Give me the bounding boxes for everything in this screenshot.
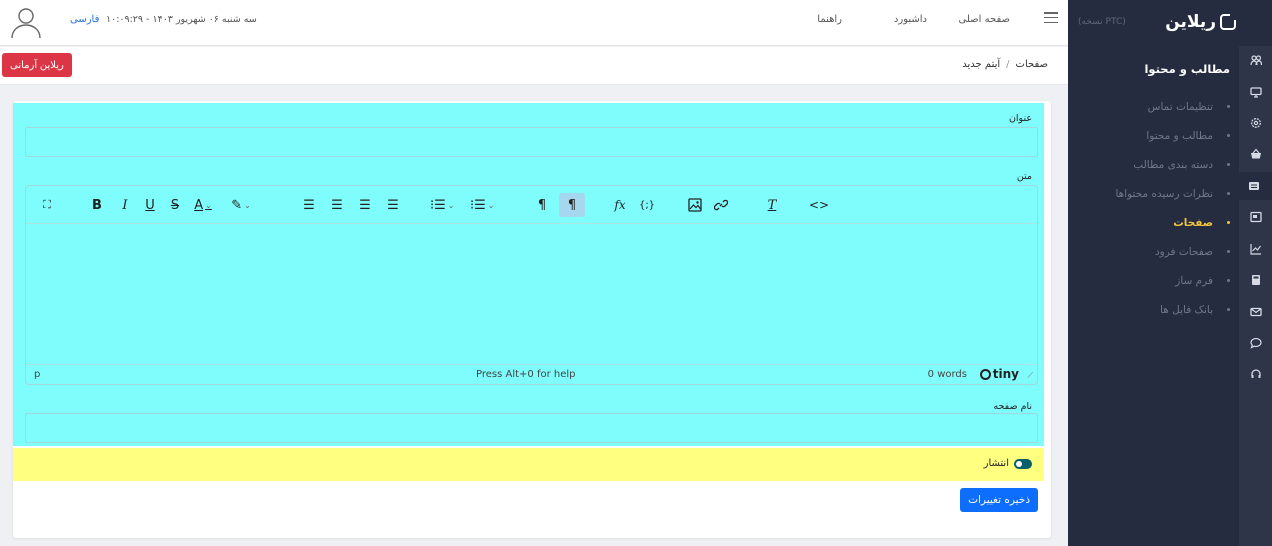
sidebar-item-contact-settings[interactable]: تنظیمات تماس [1080,92,1230,121]
italic-icon[interactable]: I [114,193,136,217]
mail-icon[interactable] [1239,298,1272,326]
bullet-icon [1227,250,1230,253]
text-color-icon[interactable]: A ⌄ [192,193,214,217]
rtl-icon[interactable]: ¶ [559,193,585,217]
align-left-icon[interactable]: ☰ [298,193,320,217]
site-name-button[interactable]: ریلاین آرمانی [2,53,72,77]
nav-dashboard-link[interactable]: داشبورد [894,14,927,25]
page-name-label: نام صفحه [993,401,1032,412]
current-datetime: سه شنبه ۰۶ شهریور ۱۴۰۳ - ۱۰:۰۹:۲۹ [106,14,257,25]
resize-handle-icon[interactable]: ⟋ [1027,371,1033,381]
breadcrumb-current: آیتم جدید [962,59,1001,70]
bold-icon[interactable]: B [86,193,108,217]
breadcrumb-parent[interactable]: صفحات [1016,59,1048,70]
tiny-logo[interactable]: tiny [979,367,1019,381]
clear-format-icon[interactable]: T [761,193,783,217]
strikethrough-icon[interactable]: S [164,193,186,217]
icon-rail [1236,46,1272,546]
bullet-icon [1227,221,1230,224]
publish-toggle-wrap: انتشار [984,458,1032,469]
code-sample-icon[interactable]: {;} [636,193,658,217]
form-card: عنوان متن ⛶ B I U S A ⌄ ✎ ⌄ ☰ ☰ ☰ ☰ ⁝☰ ⌄ ⁝☰… [13,101,1051,538]
sidebar-item-form-builder[interactable]: فرم ساز [1080,266,1230,295]
rich-text-editor: ⛶ B I U S A ⌄ ✎ ⌄ ☰ ☰ ☰ ☰ ⁝☰ ⌄ ⁝☰ ⌄ ¶ ¶ fx {… [25,185,1038,385]
bullet-icon [1227,134,1230,137]
sidebar-item-comments[interactable]: نظرات رسیده محتواها [1080,179,1230,208]
publish-section: انتشار [13,448,1044,481]
align-right-icon[interactable]: ☰ [354,193,376,217]
fullscreen-icon[interactable]: ⛶ [36,193,58,217]
bullet-icon [1227,279,1230,282]
publish-label: انتشار [983,458,1009,469]
chat-icon[interactable] [1239,329,1272,357]
bullet-icon [1227,105,1230,108]
brand: ریلاین (نسخه PTC) [1068,6,1236,38]
highlight-color-icon[interactable]: ✎ ⌄ [230,193,252,217]
monitor-icon[interactable] [1239,78,1272,106]
sidebar-item-content[interactable]: مطالب و محتوا [1080,121,1230,150]
editor-toolbar: ⛶ B I U S A ⌄ ✎ ⌄ ☰ ☰ ☰ ☰ ⁝☰ ⌄ ⁝☰ ⌄ ¶ ¶ fx {… [26,186,1037,224]
sidebar-menu: تنظیمات تماس مطالب و محتوا دسته بندی مطا… [1080,92,1230,324]
save-button[interactable]: ذخیره تغییرات [960,488,1038,512]
breadcrumb-bar: صفحات / آیتم جدید ریلاین آرمانی [0,47,1068,85]
sidebar-item-landing-pages[interactable]: صفحات فرود [1080,237,1230,266]
language-switch[interactable]: فارسی [70,14,99,25]
editor-content-area[interactable] [26,224,1037,364]
numbered-list-icon[interactable]: ⁝☰ ⌄ [470,193,495,217]
sidebar-item-categories[interactable]: دسته بندی مطالب [1080,150,1230,179]
align-center-icon[interactable]: ☰ [326,193,348,217]
sidebar-item-file-bank[interactable]: بانک فایل ها [1080,295,1230,324]
image-icon[interactable] [684,193,706,217]
body-label: متن [1016,171,1032,182]
editor-statusbar: p Press Alt+0 for help 0 words tiny ⟋ [26,364,1037,384]
element-path[interactable]: p [34,369,40,380]
menu-toggle-icon[interactable] [1044,12,1058,23]
bullet-icon [1227,308,1230,311]
link-icon[interactable] [710,193,732,217]
bullet-icon [1227,163,1230,166]
top-bar: صفحه اصلی داشبورد راهنما فارسی سه شنبه ۰… [0,0,1068,46]
word-count[interactable]: 0 words [928,369,967,380]
nav-home-link[interactable]: صفحه اصلی [959,14,1010,25]
bullet-icon [1227,192,1230,195]
brand-version: (نسخه PTC) [1078,17,1126,27]
justify-icon[interactable]: ☰ [382,193,404,217]
settings-icon[interactable] [1239,109,1272,137]
sidebar-item-pages[interactable]: صفحات [1080,208,1230,237]
formula-icon[interactable]: fx [609,193,631,217]
calculator-icon[interactable] [1239,266,1272,294]
content-section: عنوان متن ⛶ B I U S A ⌄ ✎ ⌄ ☰ ☰ ☰ ☰ ⁝☰ ⌄ ⁝☰… [13,103,1044,446]
menu-section-title: مطالب و محتوا [1144,62,1230,76]
page-name-input[interactable] [25,413,1038,443]
publish-toggle[interactable] [1014,458,1032,469]
brand-logo[interactable]: ریلاین [1165,12,1236,32]
bullet-list-icon[interactable]: ⁝☰ ⌄ [430,193,455,217]
headset-icon[interactable] [1239,360,1272,388]
help-hint: Press Alt+0 for help [476,369,576,380]
pages-icon[interactable] [1239,203,1272,231]
users-icon[interactable] [1239,46,1272,74]
basket-icon[interactable] [1239,140,1272,168]
source-code-icon[interactable]: <> [808,193,830,217]
breadcrumb: صفحات / آیتم جدید [962,59,1048,70]
breadcrumb-separator: / [1006,59,1010,70]
nav-help-link[interactable]: راهنما [817,14,842,25]
ltr-icon[interactable]: ¶ [531,193,553,217]
title-label: عنوان [1008,113,1032,124]
tiny-logo-icon [979,368,991,380]
chart-icon[interactable] [1239,235,1272,263]
logo-icon [1220,14,1236,30]
content-icon[interactable] [1236,172,1272,200]
brand-name: ریلاین [1165,12,1216,32]
title-input[interactable] [25,127,1038,157]
underline-icon[interactable]: U [139,193,161,217]
user-avatar-icon[interactable] [8,4,44,40]
